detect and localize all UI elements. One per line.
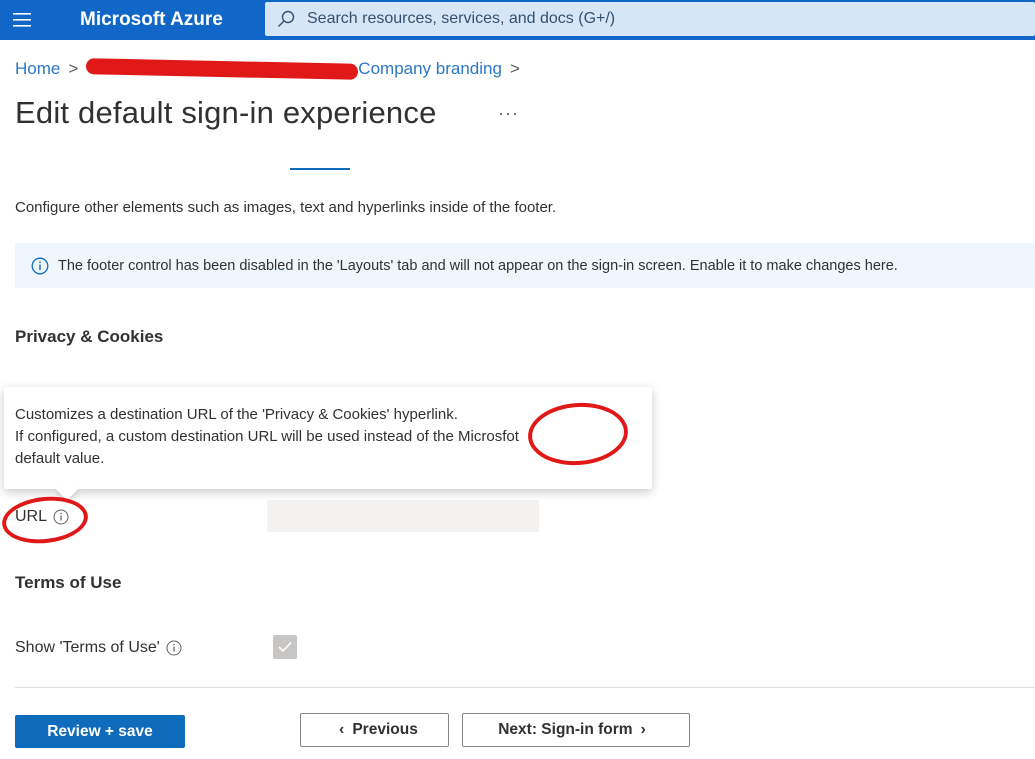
top-navigation-bar: Microsoft Azure Search resources, servic… — [0, 0, 1035, 40]
chevron-right-icon: › — [640, 721, 646, 738]
breadcrumb-home[interactable]: Home — [15, 59, 60, 79]
previous-button[interactable]: ‹ Previous — [300, 713, 449, 747]
annotation-circle — [0, 492, 91, 548]
hamburger-icon — [13, 13, 31, 27]
search-icon — [278, 10, 295, 27]
next-label: Next: Sign-in form — [498, 721, 633, 738]
privacy-cookies-heading: Privacy & Cookies — [15, 327, 164, 346]
privacy-url-input[interactable] — [267, 500, 539, 532]
show-terms-field-label: Show 'Terms of Use' — [15, 639, 182, 657]
info-icon — [31, 257, 49, 274]
info-message-text: The footer control has been disabled in … — [58, 257, 898, 274]
info-icon[interactable] — [166, 640, 182, 656]
more-actions-button[interactable]: ··· — [498, 103, 519, 124]
breadcrumb-separator: > — [509, 59, 520, 78]
hamburger-menu-button[interactable] — [4, 2, 40, 38]
brand-link[interactable]: Microsoft Azure — [80, 9, 266, 31]
terms-of-use-heading: Terms of Use — [15, 573, 122, 592]
chevron-left-icon: ‹ — [339, 721, 345, 738]
page-title: Edit default sign-in experience — [15, 95, 437, 130]
previous-label: Previous — [352, 721, 418, 738]
review-save-button[interactable]: Review + save — [15, 715, 185, 748]
breadcrumb-separator: > — [68, 59, 79, 78]
checkmark-icon — [278, 641, 292, 653]
next-button[interactable]: Next: Sign-in form › — [462, 713, 690, 747]
search-placeholder: Search resources, services, and docs (G+… — [307, 10, 616, 27]
section-description: Configure other elements such as images,… — [15, 199, 557, 216]
footer-divider — [15, 687, 1035, 688]
active-tab-indicator — [290, 168, 350, 170]
show-terms-label-text: Show 'Terms of Use' — [15, 639, 160, 656]
global-search-box[interactable]: Search resources, services, and docs (G+… — [265, 2, 1035, 36]
info-message-bar: The footer control has been disabled in … — [15, 243, 1035, 288]
breadcrumb: Home > Company branding > — [15, 58, 528, 80]
show-terms-checkbox[interactable] — [273, 635, 297, 659]
breadcrumb-company-branding[interactable]: Company branding — [358, 59, 502, 79]
redacted-breadcrumb-segment — [86, 58, 359, 80]
